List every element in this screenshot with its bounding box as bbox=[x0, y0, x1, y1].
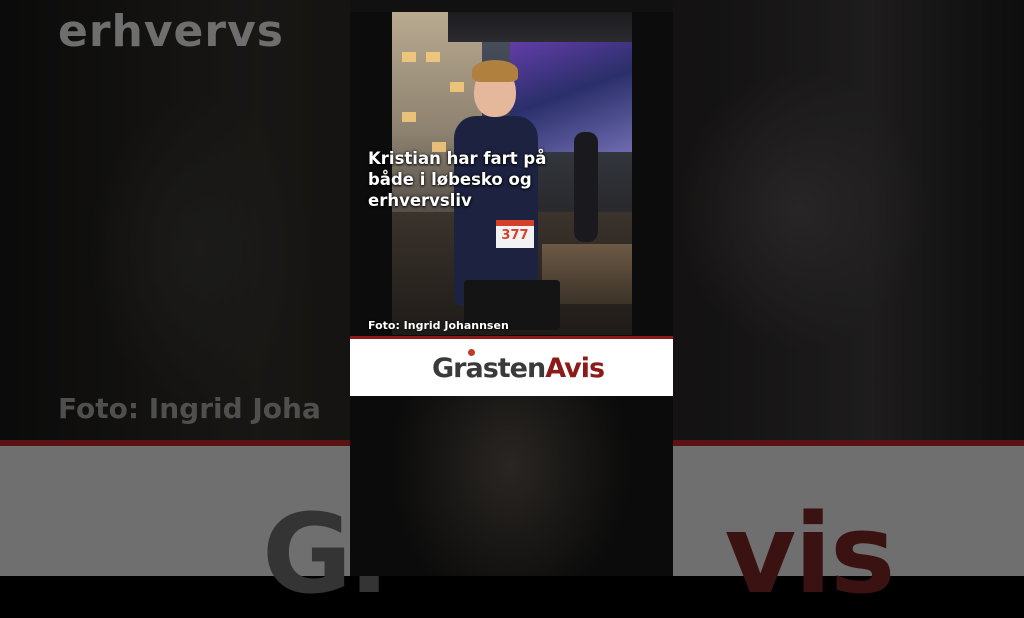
background-title-text: erhvervs bbox=[58, 6, 284, 57]
race-bib: 377 bbox=[496, 220, 534, 248]
grasten-avis-logo[interactable]: GrastenAvis bbox=[432, 353, 605, 384]
headline: Kristian har fart på både i løbesko og e… bbox=[368, 149, 547, 210]
background-caption-text: Foto: Ingrid Joha bbox=[58, 392, 321, 425]
card-bottom-blur bbox=[350, 396, 673, 576]
awning bbox=[448, 12, 632, 42]
logo-part-avis: Avis bbox=[545, 353, 605, 384]
runner-hair bbox=[472, 60, 518, 82]
photo-credit: Foto: Ingrid Johannsen bbox=[368, 319, 509, 332]
card-top-bar bbox=[350, 0, 673, 12]
logo-part-grasten: Grasten bbox=[432, 353, 546, 384]
video-card[interactable]: 377 Kristian har fart på både i løbesko … bbox=[350, 0, 673, 576]
logo-strip: GrastenAvis bbox=[350, 336, 673, 396]
runner-body bbox=[454, 116, 538, 306]
background-logo-right: vis bbox=[724, 490, 896, 618]
